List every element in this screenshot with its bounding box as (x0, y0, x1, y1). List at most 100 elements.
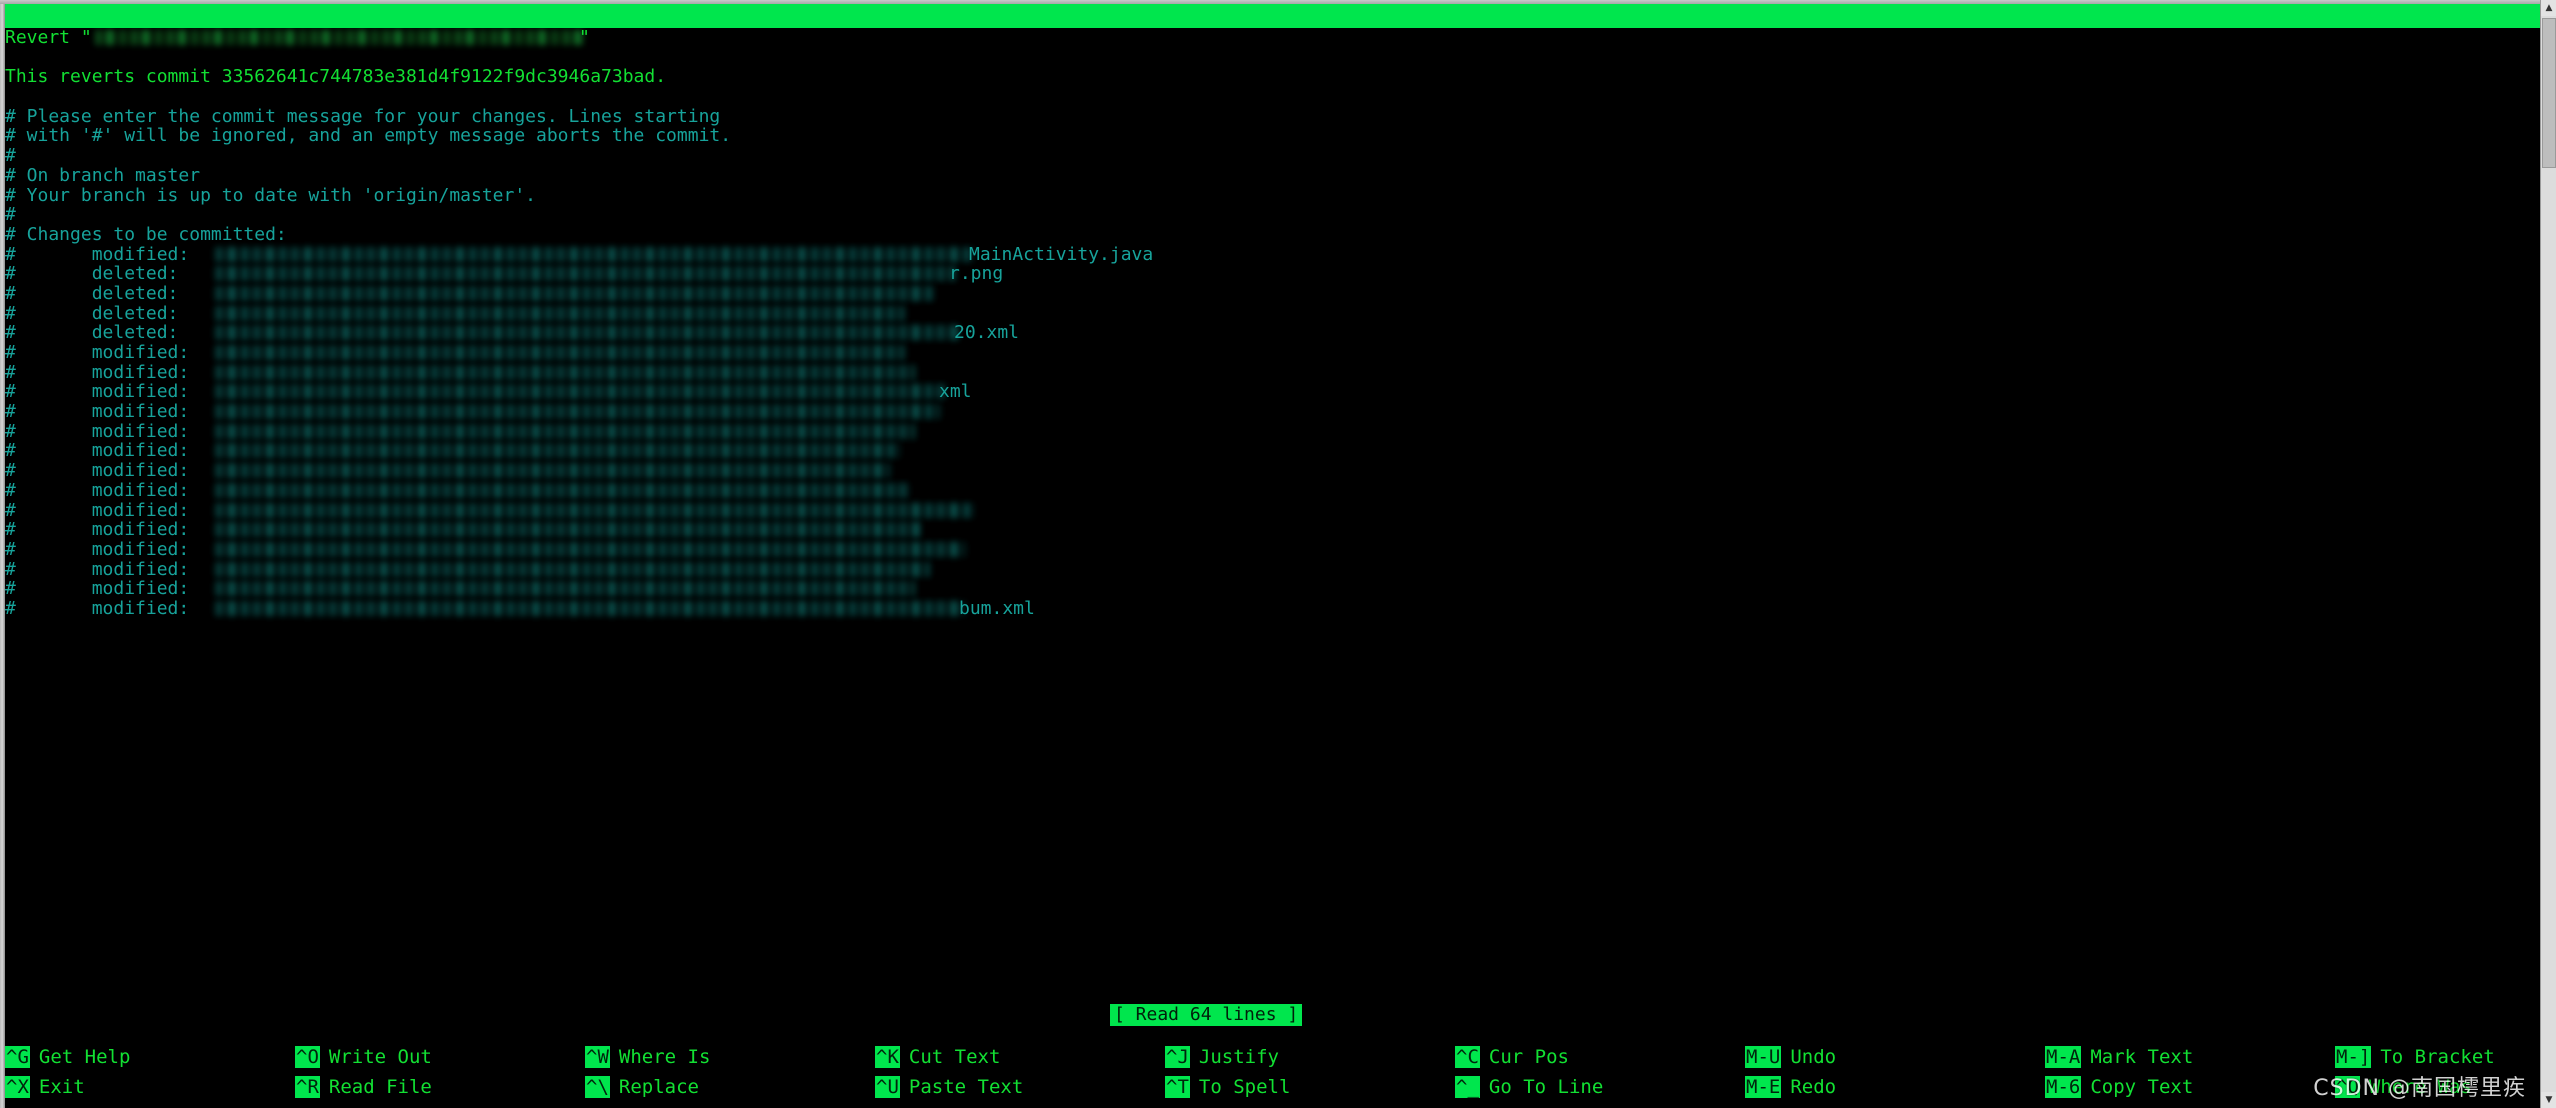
shortcut-label: Copy Text (2090, 1076, 2194, 1098)
shortcut-redo[interactable]: M-E Redo (1745, 1072, 1836, 1102)
editor-line: # (5, 146, 2540, 166)
shortcut-key: ^_ (1455, 1076, 1480, 1098)
shortcut-replace[interactable]: ^\ Replace (585, 1072, 699, 1102)
editor-line: # modified: (5, 441, 2540, 461)
editor-line-text: # modified: (5, 597, 190, 619)
redacted-path (215, 384, 945, 400)
editor-line-text: # modified: (5, 519, 190, 541)
editor-line-text: # modified: (5, 558, 190, 580)
shortcut-read-file[interactable]: ^R Read File (295, 1072, 432, 1102)
redacted-path (215, 285, 935, 301)
shortcut-key: ^O (295, 1046, 320, 1068)
shortcut-key: ^R (295, 1076, 320, 1098)
scroll-down-arrow-icon[interactable]: ▼ (2541, 1092, 2556, 1108)
editor-line-text: # On branch master (5, 164, 201, 186)
redacted-path (215, 463, 890, 479)
editor-line: # modified: (5, 402, 2540, 422)
shortcut-label: Read File (328, 1076, 432, 1098)
scroll-up-arrow-icon[interactable]: ▲ (2541, 0, 2556, 16)
redacted-path (215, 522, 920, 538)
shortcut-undo[interactable]: M-U Undo (1745, 1042, 1836, 1072)
redacted-path (215, 305, 905, 321)
shortcut-key: ^U (875, 1076, 900, 1098)
shortcut-key: ^C (1455, 1046, 1480, 1068)
editor-line: # modified: (5, 540, 2540, 560)
redacted-path (215, 423, 915, 439)
editor-line: # modified: xml (5, 382, 2540, 402)
shortcut-key: M-6 (2045, 1076, 2082, 1098)
editor-line-suffix: MainActivity.java (969, 243, 1154, 265)
shortcut-where-is[interactable]: ^W Where Is (585, 1042, 710, 1072)
shortcut-label: Write Out (328, 1046, 432, 1068)
shortcut-to-spell[interactable]: ^T To Spell (1165, 1072, 1290, 1102)
editor-line-text: # modified: (5, 401, 190, 423)
editor-line-suffix: " (579, 28, 590, 48)
shortcut-get-help[interactable]: ^G Get Help (5, 1042, 130, 1072)
editor-line: # deleted: (5, 284, 2540, 304)
editor-line: # Changes to be committed: (5, 225, 2540, 245)
shortcut-mark-text[interactable]: M-A Mark Text (2045, 1042, 2193, 1072)
editor-line: # modified: MainActivity.java (5, 243, 2540, 265)
shortcut-copy-text[interactable]: M-6 Copy Text (2045, 1072, 2193, 1102)
editor-text-area[interactable]: Revert " " This reverts commit 33562641c74… (5, 28, 2540, 1008)
shortcut-label: Replace (618, 1076, 699, 1098)
terminal-window: GNU nano 4.8 /home/ /.git/COMMIT_EDITMSG… (0, 0, 2556, 1108)
shortcut-label: Get Help (38, 1046, 131, 1068)
shortcut-go-to-line[interactable]: ^_ Go To Line (1455, 1072, 1603, 1102)
window-top-border (0, 0, 2556, 4)
shortcut-key: ^\ (585, 1076, 610, 1098)
shortcut-exit[interactable]: ^X Exit (5, 1072, 85, 1102)
shortcut-label: Paste Text (908, 1076, 1024, 1098)
shortcut-label: Cur Pos (1488, 1046, 1569, 1068)
shortcut-write-out[interactable]: ^O Write Out (295, 1042, 432, 1072)
shortcut-paste-text[interactable]: ^U Paste Text (875, 1072, 1023, 1102)
editor-line-text: # deleted: (5, 302, 179, 324)
editor-line: # with '#' will be ignored, and an empty… (5, 126, 2540, 146)
shortcut-key: ^X (5, 1076, 30, 1098)
editor-line-suffix: xml (939, 381, 972, 403)
shortcut-label: Go To Line (1488, 1076, 1604, 1098)
editor-line-suffix: bum.xml (959, 597, 1035, 619)
shortcut-label: Exit (38, 1076, 85, 1098)
editor-line: # deleted: 20.xml (5, 323, 2540, 343)
editor-line: # (5, 205, 2540, 225)
editor-line-text: # modified: (5, 440, 190, 462)
shortcut-label: Cut Text (908, 1046, 1001, 1068)
editor-line-text: # modified: (5, 499, 190, 521)
editor-line-text: # modified: (5, 243, 190, 265)
shortcut-key: M-A (2045, 1046, 2082, 1068)
editor-line: # modified: (5, 362, 2540, 383)
shortcut-justify[interactable]: ^J Justify (1165, 1042, 1279, 1072)
shortcut-key: ^W (585, 1046, 610, 1068)
editor-line: # modified: (5, 479, 2540, 501)
window-left-border (0, 0, 5, 1108)
redacted-path (215, 266, 955, 282)
editor-line: # modified: (5, 579, 2540, 599)
editor-line: # modified: (5, 499, 2540, 521)
redacted-path (95, 30, 585, 45)
shortcut-help-bar: ^G Get Help ^O Write Out ^W Where Is ^K Cut Tex… (5, 1042, 2540, 1102)
shortcut-label: Justify (1198, 1046, 1279, 1068)
editor-line-text: # modified: (5, 479, 190, 501)
shortcut-key: ^T (1165, 1076, 1190, 1098)
scrollbar-thumb[interactable] (2542, 18, 2556, 168)
shortcut-to-bracket[interactable]: M-] To Bracket (2335, 1042, 2495, 1072)
shortcut-cur-pos[interactable]: ^C Cur Pos (1455, 1042, 1569, 1072)
shortcut-cut-text[interactable]: ^K Cut Text (875, 1042, 1000, 1072)
editor-line: # Your branch is up to date with 'origin… (5, 185, 2540, 206)
nano-title-bar: GNU nano 4.8 /home/ /.git/COMMIT_EDITMSG (5, 4, 2540, 28)
vertical-scrollbar[interactable]: ▲ ▼ (2540, 0, 2556, 1108)
editor-line-text: # modified: (5, 538, 190, 560)
shortcut-key: M-U (1745, 1046, 1782, 1068)
redacted-path (215, 246, 975, 262)
shortcut-label: Undo (1790, 1046, 1837, 1068)
editor-line: # modified: (5, 520, 2540, 540)
shortcut-label: Where Is (618, 1046, 711, 1068)
editor-line: # modified: (5, 421, 2540, 442)
shortcut-key: ^J (1165, 1046, 1190, 1068)
shortcut-label: Mark Text (2090, 1046, 2194, 1068)
status-message: [ Read 64 lines ] (1110, 1004, 1303, 1026)
editor-line-suffix: r.png (949, 263, 1004, 285)
shortcut-key: M-E (1745, 1076, 1782, 1098)
editor-line-text: # modified: (5, 460, 190, 482)
